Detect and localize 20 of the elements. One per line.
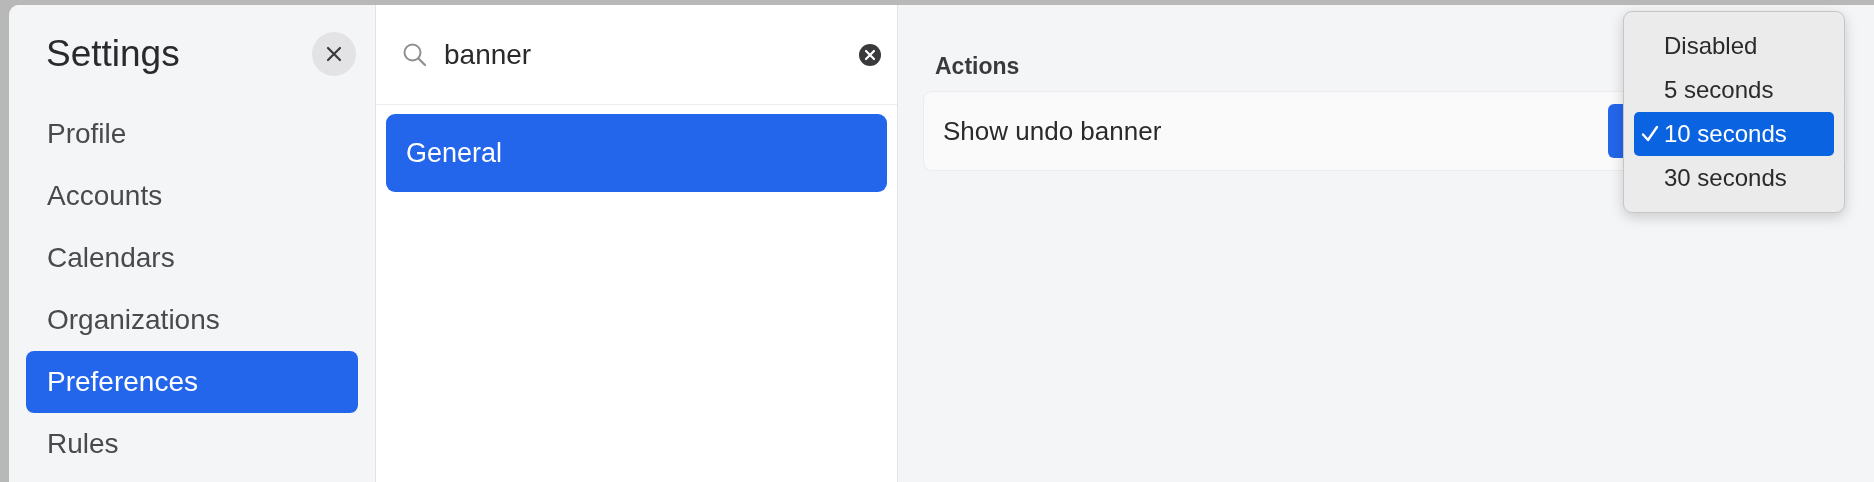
search-field[interactable]: banner: [444, 38, 843, 71]
menu-option[interactable]: Disabled: [1634, 24, 1834, 68]
menu-option[interactable]: 5 seconds: [1634, 68, 1834, 112]
sidebar-item[interactable]: Preferences: [26, 351, 358, 413]
result-item[interactable]: General: [386, 114, 887, 192]
menu-option[interactable]: 30 seconds: [1634, 156, 1834, 200]
close-icon: [326, 46, 342, 62]
check-icon: [1641, 125, 1659, 143]
sidebar-item[interactable]: Profile: [26, 103, 358, 165]
setting-label: Show undo banner: [943, 115, 1162, 147]
sidebar-item[interactable]: Accounts: [26, 165, 358, 227]
menu-option[interactable]: 10 seconds: [1634, 112, 1834, 156]
close-button[interactable]: [312, 32, 356, 76]
clear-icon[interactable]: [859, 43, 881, 66]
sidebar-item[interactable]: Organizations: [26, 289, 358, 351]
settings-title: Settings: [46, 33, 180, 75]
search-icon: [402, 41, 428, 68]
sidebar-item[interactable]: Rules: [26, 413, 358, 475]
sidebar-item[interactable]: Calendars: [26, 227, 358, 289]
section-title: Actions: [935, 53, 1021, 80]
